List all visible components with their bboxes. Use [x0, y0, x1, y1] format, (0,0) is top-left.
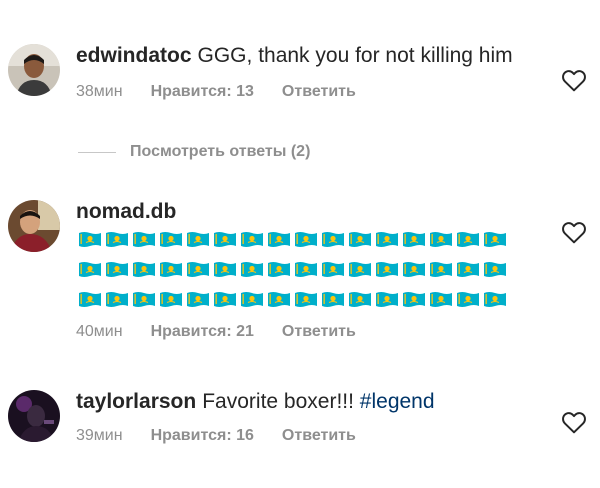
- kazakhstan-flag-icon: [241, 262, 263, 277]
- kazakhstan-flag-icon: [457, 262, 479, 277]
- kazakhstan-flag-icon: [268, 262, 290, 277]
- timestamp[interactable]: 40мин: [76, 323, 123, 340]
- kazakhstan-flag-icon: [79, 292, 101, 307]
- kazakhstan-flag-icon: [430, 292, 452, 307]
- kazakhstan-flag-icon: [349, 292, 371, 307]
- kazakhstan-flag-icon: [295, 232, 317, 247]
- kazakhstan-flag-icon: [376, 262, 398, 277]
- comment-meta: 40мин Нравится: 21 Ответить: [76, 323, 384, 341]
- comment-text: taylorlarson Favorite boxer!!! #legend: [76, 388, 546, 416]
- kazakhstan-flag-icon: [160, 232, 182, 247]
- kazakhstan-flag-icon: [106, 232, 128, 247]
- comment-message: GGG, thank you for not killing him: [197, 44, 513, 67]
- kazakhstan-flag-icon: [322, 262, 344, 277]
- kazakhstan-flag-icon: [403, 262, 425, 277]
- reply-button[interactable]: Ответить: [282, 83, 356, 100]
- kazakhstan-flag-icon: [106, 292, 128, 307]
- kazakhstan-flag-icon: [268, 292, 290, 307]
- kazakhstan-flag-icon: [79, 262, 101, 277]
- username-link[interactable]: taylorlarson: [76, 390, 196, 413]
- kazakhstan-flag-icon: [241, 292, 263, 307]
- username-link[interactable]: edwindatoc: [76, 44, 192, 67]
- heart-outline-icon[interactable]: [561, 68, 587, 92]
- comment-meta: 38мин Нравится: 13 Ответить: [76, 83, 384, 101]
- heart-outline-icon[interactable]: [561, 220, 587, 244]
- kazakhstan-flag-icon: [106, 262, 128, 277]
- kazakhstan-flag-icon: [484, 262, 506, 277]
- replies-divider: [78, 151, 116, 153]
- comment-text: nomad.db: [76, 198, 546, 226]
- kazakhstan-flag-icon: [268, 232, 290, 247]
- kazakhstan-flag-icon: [187, 292, 209, 307]
- reply-button[interactable]: Ответить: [282, 427, 356, 444]
- kazakhstan-flag-icon: [241, 232, 263, 247]
- timestamp[interactable]: 38мин: [76, 83, 123, 100]
- kazakhstan-flag-icon: [214, 292, 236, 307]
- kazakhstan-flag-icon: [79, 232, 101, 247]
- avatar[interactable]: [8, 390, 60, 442]
- kazakhstan-flag-icon: [133, 232, 155, 247]
- user-avatar-icon: [8, 200, 60, 252]
- kazakhstan-flag-icon: [484, 232, 506, 247]
- kazakhstan-flag-icon: [457, 232, 479, 247]
- heart-outline-icon[interactable]: [561, 410, 587, 434]
- kazakhstan-flag-icon: [214, 262, 236, 277]
- emoji-row: [78, 286, 518, 316]
- kazakhstan-flag-icon: [376, 292, 398, 307]
- kazakhstan-flag-icon: [322, 292, 344, 307]
- comment-message: Favorite boxer!!!: [202, 390, 354, 413]
- comment-text: edwindatoc GGG, thank you for not killing…: [76, 42, 546, 70]
- kazakhstan-flag-icon: [376, 232, 398, 247]
- emoji-row: [78, 256, 518, 286]
- view-replies-label: Посмотреть ответы (2): [130, 143, 311, 160]
- emoji-row: [78, 226, 518, 256]
- kazakhstan-flag-icon: [187, 262, 209, 277]
- kazakhstan-flag-icon: [295, 262, 317, 277]
- timestamp[interactable]: 39мин: [76, 427, 123, 444]
- avatar[interactable]: [8, 44, 60, 96]
- kazakhstan-flag-icon: [160, 262, 182, 277]
- likes-count[interactable]: Нравится: 13: [151, 83, 254, 100]
- kazakhstan-flag-icon: [295, 292, 317, 307]
- kazakhstan-flag-icon: [349, 232, 371, 247]
- kazakhstan-flag-icon: [484, 292, 506, 307]
- kazakhstan-flag-icon: [187, 232, 209, 247]
- kazakhstan-flag-icon: [349, 262, 371, 277]
- kazakhstan-flag-icon: [457, 292, 479, 307]
- kazakhstan-flag-icon: [133, 262, 155, 277]
- emoji-flags: [78, 226, 518, 316]
- hashtag-link[interactable]: #legend: [360, 390, 435, 413]
- kazakhstan-flag-icon: [160, 292, 182, 307]
- view-replies-button[interactable]: Посмотреть ответы (2): [78, 142, 310, 162]
- kazakhstan-flag-icon: [133, 292, 155, 307]
- likes-count[interactable]: Нравится: 16: [151, 427, 254, 444]
- username-link[interactable]: nomad.db: [76, 200, 176, 223]
- kazakhstan-flag-icon: [430, 262, 452, 277]
- likes-count[interactable]: Нравится: 21: [151, 323, 254, 340]
- user-avatar-icon: [8, 44, 60, 96]
- kazakhstan-flag-icon: [403, 232, 425, 247]
- comment-meta: 39мин Нравится: 16 Ответить: [76, 427, 384, 445]
- kazakhstan-flag-icon: [403, 292, 425, 307]
- kazakhstan-flag-icon: [322, 232, 344, 247]
- kazakhstan-flag-icon: [430, 232, 452, 247]
- user-avatar-icon: [8, 390, 60, 442]
- avatar[interactable]: [8, 200, 60, 252]
- reply-button[interactable]: Ответить: [282, 323, 356, 340]
- kazakhstan-flag-icon: [214, 232, 236, 247]
